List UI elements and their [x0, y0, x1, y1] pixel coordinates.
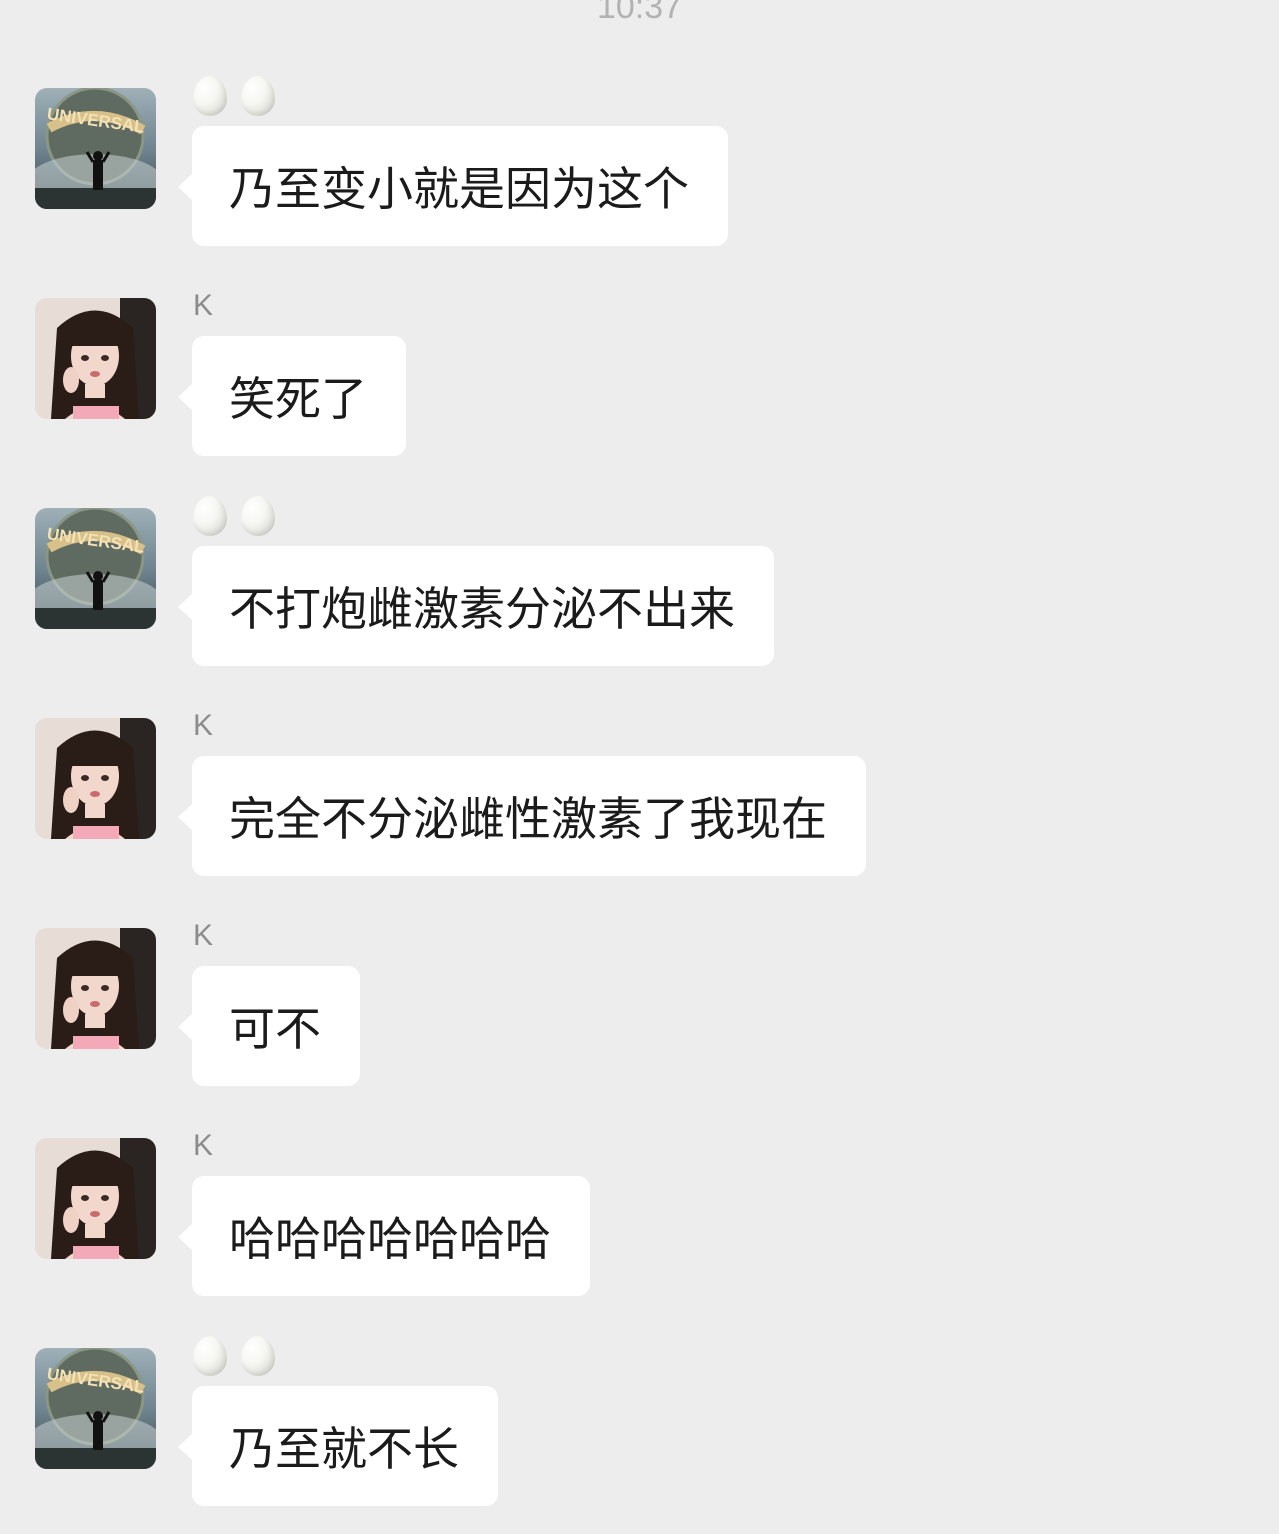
universal-globe-avatar[interactable]: UNIVERSAL [35, 508, 156, 629]
sender-name: K [193, 1129, 214, 1162]
girl-portrait-avatar[interactable] [35, 1138, 156, 1259]
message-bubble[interactable]: 乃至变小就是因为这个 [178, 126, 728, 246]
message-timestamp: 10:37 [596, 0, 683, 26]
sender-name [193, 1334, 289, 1378]
message-bubble[interactable]: 可不 [178, 966, 360, 1086]
egg-emoji-icon [193, 76, 227, 116]
girl-portrait-avatar[interactable] [35, 298, 156, 419]
sender-name [193, 494, 289, 538]
message-bubble[interactable]: 笑死了 [178, 336, 406, 456]
egg-emoji-icon [241, 1336, 275, 1376]
girl-portrait-avatar[interactable] [35, 928, 156, 1049]
message-bubble[interactable]: 哈哈哈哈哈哈哈 [178, 1176, 590, 1296]
sender-name [193, 74, 289, 118]
egg-emoji-icon [193, 496, 227, 536]
universal-globe-avatar[interactable]: UNIVERSAL [35, 88, 156, 209]
girl-portrait-avatar[interactable] [35, 718, 156, 839]
egg-emoji-icon [241, 76, 275, 116]
egg-emoji-icon [193, 1336, 227, 1376]
sender-name: K [193, 289, 214, 322]
sender-name: K [193, 919, 214, 952]
message-bubble[interactable]: 乃至就不长 [178, 1386, 498, 1506]
sender-name: K [193, 709, 214, 742]
message-bubble[interactable]: 完全不分泌雌性激素了我现在 [178, 756, 866, 876]
universal-globe-avatar[interactable]: UNIVERSAL [35, 1348, 156, 1469]
egg-emoji-icon [241, 496, 275, 536]
message-bubble[interactable]: 不打炮雌激素分泌不出来 [178, 546, 774, 666]
